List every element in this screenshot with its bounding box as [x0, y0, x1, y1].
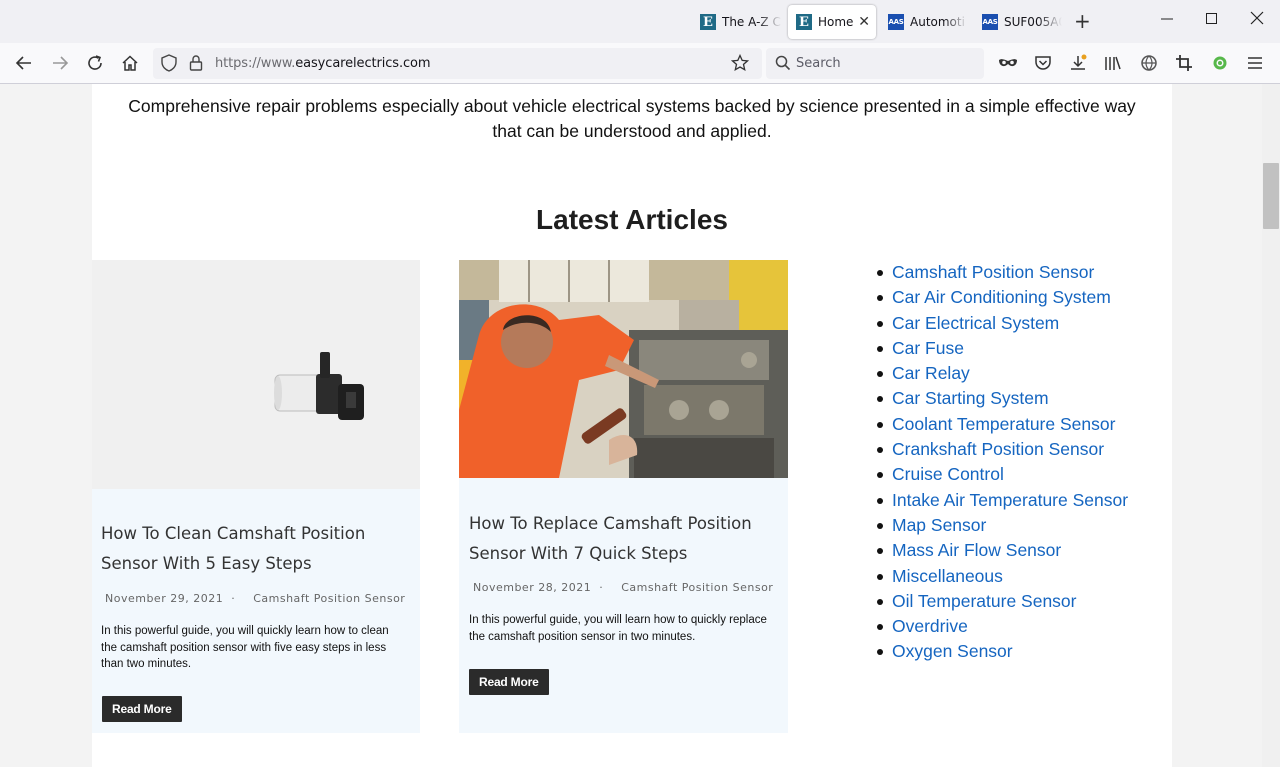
- article-category[interactable]: Camshaft Position Sensor: [621, 581, 773, 594]
- article-card: How To Replace Camshaft Position Sensor …: [459, 260, 788, 733]
- category-link[interactable]: Car Relay: [876, 361, 1128, 386]
- url-text[interactable]: https://www.easycarelectrics.com: [215, 56, 431, 71]
- new-tab-button[interactable]: +: [1074, 10, 1091, 32]
- tab-label: Automoti: [910, 15, 965, 29]
- meta-separator: ·: [231, 592, 236, 605]
- tab-strip: E The A-Z C E Home ✕ AAS Automoti AAS SU…: [0, 0, 1280, 43]
- tab-az[interactable]: E The A-Z C: [700, 5, 782, 39]
- article-date: November 29, 2021: [105, 592, 224, 605]
- tab-automotive[interactable]: AAS Automoti: [888, 5, 968, 39]
- url-host: easycarelectrics.com: [295, 56, 431, 71]
- meta-separator: ·: [599, 581, 604, 594]
- maximize-icon: [1206, 13, 1217, 24]
- category-link[interactable]: Car Starting System: [876, 386, 1128, 411]
- article-title[interactable]: How To Clean Camshaft Position Sensor Wi…: [101, 519, 401, 579]
- navigation-toolbar: https://www.easycarelectrics.com Search: [0, 43, 1280, 84]
- category-link[interactable]: Miscellaneous: [876, 564, 1128, 589]
- library-icon[interactable]: [1103, 52, 1123, 74]
- category-link[interactable]: Cruise Control: [876, 462, 1128, 487]
- search-box[interactable]: Search: [766, 48, 984, 79]
- window-close-button[interactable]: [1250, 10, 1264, 29]
- pocket-icon[interactable]: [1033, 52, 1053, 74]
- site-intro: Comprehensive repair problems especially…: [128, 96, 1136, 141]
- tab-favicon: E: [700, 14, 716, 30]
- category-link[interactable]: Intake Air Temperature Sensor: [876, 488, 1128, 513]
- extension-globe-icon[interactable]: [1139, 52, 1159, 74]
- download-icon[interactable]: [1068, 52, 1088, 74]
- tab-favicon: AAS: [982, 14, 998, 30]
- page-viewport: Comprehensive repair problems especially…: [0, 84, 1262, 767]
- section-title: Latest Articles: [536, 204, 728, 235]
- reload-button[interactable]: [84, 52, 106, 74]
- home-button[interactable]: [119, 52, 141, 74]
- tab-label: Home: [818, 15, 854, 29]
- category-link[interactable]: Car Fuse: [876, 336, 1128, 361]
- back-button[interactable]: [13, 52, 35, 74]
- category-link[interactable]: Oil Temperature Sensor: [876, 589, 1128, 614]
- tab-label: The A-Z C: [722, 15, 781, 29]
- article-thumbnail[interactable]: [459, 260, 788, 478]
- reload-icon: [88, 55, 102, 70]
- category-link[interactable]: Crankshaft Position Sensor: [876, 437, 1128, 462]
- tab-home[interactable]: E Home ✕: [788, 5, 876, 39]
- category-link[interactable]: Mass Air Flow Sensor: [876, 538, 1128, 563]
- category-link[interactable]: Car Air Conditioning System: [876, 285, 1128, 310]
- category-link[interactable]: Oxygen Sensor: [876, 639, 1128, 664]
- tab-label: SUF005A0: [1004, 15, 1062, 29]
- minimize-icon: [1161, 18, 1173, 20]
- address-bar[interactable]: https://www.easycarelectrics.com: [153, 48, 762, 79]
- tracking-shield-icon[interactable]: [161, 54, 177, 76]
- menu-icon[interactable]: [1245, 52, 1265, 74]
- mask-icon[interactable]: [998, 52, 1018, 74]
- tab-suf005[interactable]: AAS SUF005A0: [982, 5, 1062, 39]
- category-link[interactable]: Coolant Temperature Sensor: [876, 412, 1128, 437]
- article-excerpt: In this powerful guide, you will quickly…: [101, 625, 389, 670]
- article-date: November 28, 2021: [473, 581, 592, 594]
- article-meta: November 28, 2021 · Camshaft Position Sens…: [473, 581, 773, 594]
- read-more-button[interactable]: Read More: [102, 696, 182, 722]
- sync-badge-icon[interactable]: [1210, 52, 1230, 74]
- search-icon: [775, 55, 791, 75]
- main-content: Comprehensive repair problems especially…: [92, 84, 1172, 767]
- screenshot-icon[interactable]: [1174, 52, 1194, 74]
- camshaft-sensor-image: [274, 352, 364, 420]
- read-more-button[interactable]: Read More: [469, 669, 549, 695]
- close-window-icon: [1250, 11, 1264, 25]
- bookmark-star-icon[interactable]: [730, 53, 750, 76]
- url-scheme: https://www.: [215, 56, 296, 71]
- maximize-button[interactable]: [1205, 10, 1219, 29]
- forward-button[interactable]: [49, 52, 71, 74]
- search-placeholder: Search: [796, 56, 841, 71]
- tab-favicon: E: [796, 14, 812, 30]
- article-title[interactable]: How To Replace Camshaft Position Sensor …: [469, 509, 769, 569]
- article-meta: November 29, 2021 · Camshaft Position Sens…: [105, 592, 405, 605]
- category-list: Camshaft Position Sensor Car Air Conditi…: [876, 260, 1128, 665]
- close-icon[interactable]: ✕: [858, 14, 870, 30]
- category-link[interactable]: Overdrive: [876, 614, 1128, 639]
- lock-icon[interactable]: [189, 54, 203, 76]
- forward-arrow-icon: [53, 56, 69, 70]
- tab-favicon: AAS: [888, 14, 904, 30]
- category-link[interactable]: Map Sensor: [876, 513, 1128, 538]
- minimize-button[interactable]: [1160, 10, 1174, 29]
- article-card: How To Clean Camshaft Position Sensor Wi…: [92, 260, 420, 733]
- back-arrow-icon: [15, 56, 31, 70]
- home-icon: [122, 55, 138, 71]
- scrollbar-thumb[interactable]: [1263, 163, 1279, 229]
- category-link[interactable]: Car Electrical System: [876, 311, 1128, 336]
- article-excerpt: In this powerful guide, you will learn h…: [469, 614, 767, 643]
- article-thumbnail[interactable]: [92, 260, 420, 489]
- article-category[interactable]: Camshaft Position Sensor: [253, 592, 405, 605]
- mechanic-engine-image: [459, 260, 788, 478]
- category-link[interactable]: Camshaft Position Sensor: [876, 260, 1128, 285]
